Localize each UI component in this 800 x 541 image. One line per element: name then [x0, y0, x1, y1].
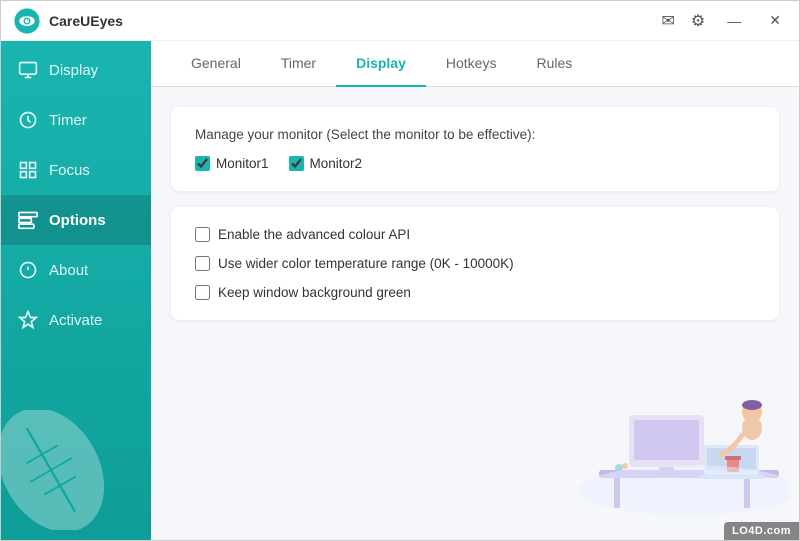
options-icon — [17, 209, 39, 231]
sidebar-item-timer[interactable]: Timer — [1, 95, 151, 145]
tab-general[interactable]: General — [171, 41, 261, 87]
monitor-card-title: Manage your monitor (Select the monitor … — [195, 127, 755, 142]
sidebar-decoration — [1, 345, 151, 540]
sidebar-item-options[interactable]: Options — [1, 195, 151, 245]
sidebar: Display Timer Focus — [1, 41, 151, 540]
window-controls: ✉ ⚙ — ✕ — [662, 10, 787, 31]
sidebar-timer-label: Timer — [49, 112, 87, 129]
monitor1-checkbox[interactable] — [195, 156, 210, 171]
option3-checkbox[interactable] — [195, 285, 210, 300]
close-button[interactable]: ✕ — [763, 10, 787, 31]
minimize-button[interactable]: — — [721, 11, 747, 31]
option1-checkbox[interactable] — [195, 227, 210, 242]
app-title: CareUEyes — [49, 13, 662, 29]
email-icon[interactable]: ✉ — [662, 11, 675, 31]
sidebar-focus-label: Focus — [49, 162, 90, 179]
tab-bar: General Timer Display Hotkeys Rules — [151, 41, 799, 87]
timer-icon — [17, 109, 39, 131]
monitor-row: Monitor1 Monitor2 — [195, 156, 755, 171]
option3-label[interactable]: Keep window background green — [195, 285, 755, 300]
content-body: Manage your monitor (Select the monitor … — [151, 87, 799, 540]
tab-timer[interactable]: Timer — [261, 41, 336, 87]
monitor1-checkbox-label[interactable]: Monitor1 — [195, 156, 269, 171]
sidebar-display-label: Display — [49, 62, 98, 79]
option1-text: Enable the advanced colour API — [218, 227, 410, 242]
sidebar-activate-label: Activate — [49, 312, 102, 329]
tab-rules[interactable]: Rules — [516, 41, 592, 87]
monitor-card: Manage your monitor (Select the monitor … — [171, 107, 779, 191]
app-logo — [13, 7, 41, 35]
main-layout: Display Timer Focus — [1, 41, 799, 540]
sidebar-item-activate[interactable]: Activate — [1, 295, 151, 345]
titlebar: CareUEyes ✉ ⚙ — ✕ — [1, 1, 799, 41]
tab-hotkeys[interactable]: Hotkeys — [426, 41, 517, 87]
option2-checkbox[interactable] — [195, 256, 210, 271]
display-icon — [17, 59, 39, 81]
options-list: Enable the advanced colour API Use wider… — [195, 227, 755, 300]
monitor2-checkbox[interactable] — [289, 156, 304, 171]
option1-label[interactable]: Enable the advanced colour API — [195, 227, 755, 242]
watermark: LO4D.com — [724, 522, 799, 540]
option2-label[interactable]: Use wider color temperature range (0K - … — [195, 256, 755, 271]
option2-text: Use wider color temperature range (0K - … — [218, 256, 514, 271]
focus-icon — [17, 159, 39, 181]
settings-icon[interactable]: ⚙ — [691, 11, 705, 31]
tab-display[interactable]: Display — [336, 41, 426, 87]
sidebar-item-about[interactable]: About — [1, 245, 151, 295]
content-area: General Timer Display Hotkeys Rules Mana… — [151, 41, 799, 540]
monitor2-label: Monitor2 — [310, 156, 363, 171]
about-icon — [17, 259, 39, 281]
monitor1-label: Monitor1 — [216, 156, 269, 171]
illustration — [569, 360, 789, 530]
sidebar-options-label: Options — [49, 212, 106, 229]
activate-icon — [17, 309, 39, 331]
sidebar-item-display[interactable]: Display — [1, 45, 151, 95]
sidebar-item-focus[interactable]: Focus — [1, 145, 151, 195]
monitor2-checkbox-label[interactable]: Monitor2 — [289, 156, 363, 171]
options-card: Enable the advanced colour API Use wider… — [171, 207, 779, 320]
sidebar-about-label: About — [49, 262, 88, 279]
option3-text: Keep window background green — [218, 285, 411, 300]
